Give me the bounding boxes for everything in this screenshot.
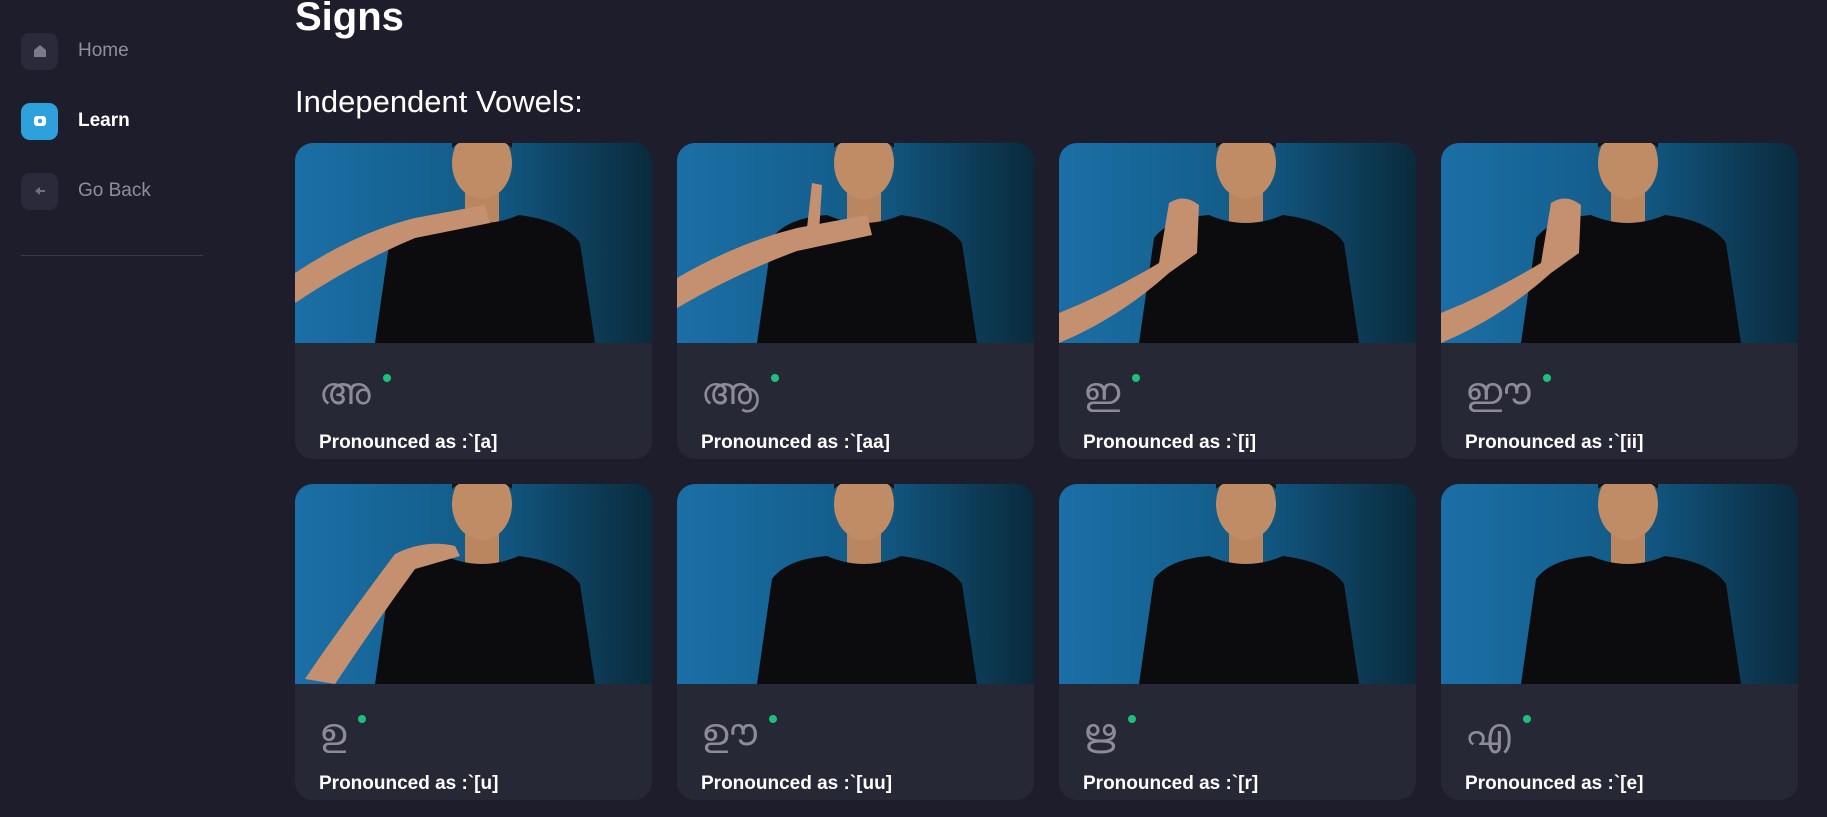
status-dot (1542, 374, 1551, 382)
sign-image (677, 484, 1034, 684)
status-dot (1522, 715, 1531, 723)
sign-card[interactable]: ഈ Pronounced as :`[ii] (1441, 143, 1798, 459)
pronunciation-caption: Pronounced as :`[e] (1465, 773, 1644, 794)
section-title: Independent Vowels: (295, 84, 583, 119)
vowel-letter: ഊ (701, 709, 777, 755)
pronunciation-caption: Pronounced as :`[r] (1083, 773, 1259, 794)
nav-item-home[interactable]: Home (21, 31, 129, 71)
vowel-letter: ഋ (1083, 709, 1136, 755)
vowel-letter-text: ഈ (1465, 369, 1531, 413)
status-dot (770, 374, 779, 382)
vowel-letter: എ (1465, 709, 1531, 755)
back-arrow-icon (21, 172, 58, 210)
sign-image (1059, 143, 1416, 343)
vowel-letter: ഉ (319, 709, 367, 755)
sign-image (1059, 484, 1416, 684)
home-icon (21, 32, 58, 70)
sign-card[interactable]: ഊ Pronounced as :`[uu] (677, 484, 1034, 800)
page-title: Signs (295, 0, 404, 39)
nav-item-learn[interactable]: Learn (21, 101, 130, 141)
status-dot (382, 374, 391, 382)
pronunciation-caption: Pronounced as :`[aa] (701, 432, 890, 453)
nav-label-learn: Learn (78, 110, 130, 131)
sign-image (1441, 484, 1798, 684)
vowel-letter-text: ഉ (319, 710, 347, 754)
sign-image (1441, 143, 1798, 343)
status-dot (358, 715, 367, 723)
vowel-letter: ഈ (1465, 368, 1551, 414)
status-dot (768, 715, 777, 723)
sign-card[interactable]: അ Pronounced as :`[a] (295, 143, 652, 459)
sign-card[interactable]: ഋ Pronounced as :`[r] (1059, 484, 1416, 800)
sign-card[interactable]: എ Pronounced as :`[e] (1441, 484, 1798, 800)
sign-card[interactable]: ഉ Pronounced as :`[u] (295, 484, 652, 800)
vowel-letter: ഇ (1083, 368, 1141, 414)
vowel-letter-text: ആ (701, 369, 759, 413)
vowel-letter-text: ഋ (1083, 710, 1116, 754)
vowel-letter-text: ഊ (701, 710, 757, 754)
pronunciation-caption: Pronounced as :`[ii] (1465, 432, 1644, 453)
sidebar-divider (21, 255, 203, 256)
vowel-letter: അ (319, 368, 391, 414)
pronunciation-caption: Pronounced as :`[i] (1083, 432, 1257, 453)
status-dot (1127, 715, 1136, 723)
sign-card[interactable]: ഇ Pronounced as :`[i] (1059, 143, 1416, 459)
status-dot (1132, 374, 1141, 382)
pronunciation-caption: Pronounced as :`[a] (319, 432, 498, 453)
vowel-letter: ആ (701, 368, 779, 414)
nav-item-go-back[interactable]: Go Back (21, 171, 151, 211)
learn-icon (21, 102, 58, 140)
sidebar: Home Learn Go Back (0, 0, 230, 817)
pronunciation-caption: Pronounced as :`[u] (319, 773, 499, 794)
sign-image (295, 484, 652, 684)
sign-image (677, 143, 1034, 343)
vowel-letter-text: ഇ (1083, 369, 1121, 413)
signs-grid: അ Pronounced as :`[a] ആ Pronounced as :`[aa… (295, 143, 1799, 800)
nav-label-home: Home (78, 40, 129, 61)
vowel-letter-text: എ (1465, 710, 1511, 754)
pronunciation-caption: Pronounced as :`[uu] (701, 773, 893, 794)
vowel-letter-text: അ (319, 369, 371, 413)
sign-image (295, 143, 652, 343)
nav-label-go-back: Go Back (78, 180, 151, 201)
sign-card[interactable]: ആ Pronounced as :`[aa] (677, 143, 1034, 459)
